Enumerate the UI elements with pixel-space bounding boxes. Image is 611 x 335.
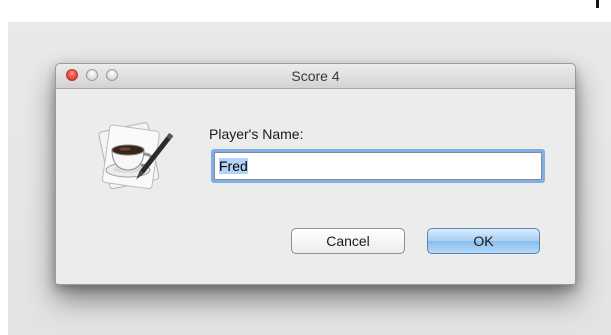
ok-button[interactable]: OK <box>427 228 540 254</box>
players-name-input[interactable]: Fred <box>214 152 542 180</box>
window-title: Score 4 <box>291 68 340 84</box>
background-fragment <box>0 0 611 22</box>
selected-text: Fred <box>219 158 248 174</box>
titlebar[interactable]: Score 4 <box>56 64 575 89</box>
coffee-cup-pen-icon <box>90 114 174 198</box>
players-name-label: Player's Name: <box>209 126 304 142</box>
partial-glyph <box>596 0 599 8</box>
cancel-button[interactable]: Cancel <box>291 228 405 254</box>
dialog-window: Score 4 Player's Name: Fred Cancel OK <box>55 63 576 285</box>
